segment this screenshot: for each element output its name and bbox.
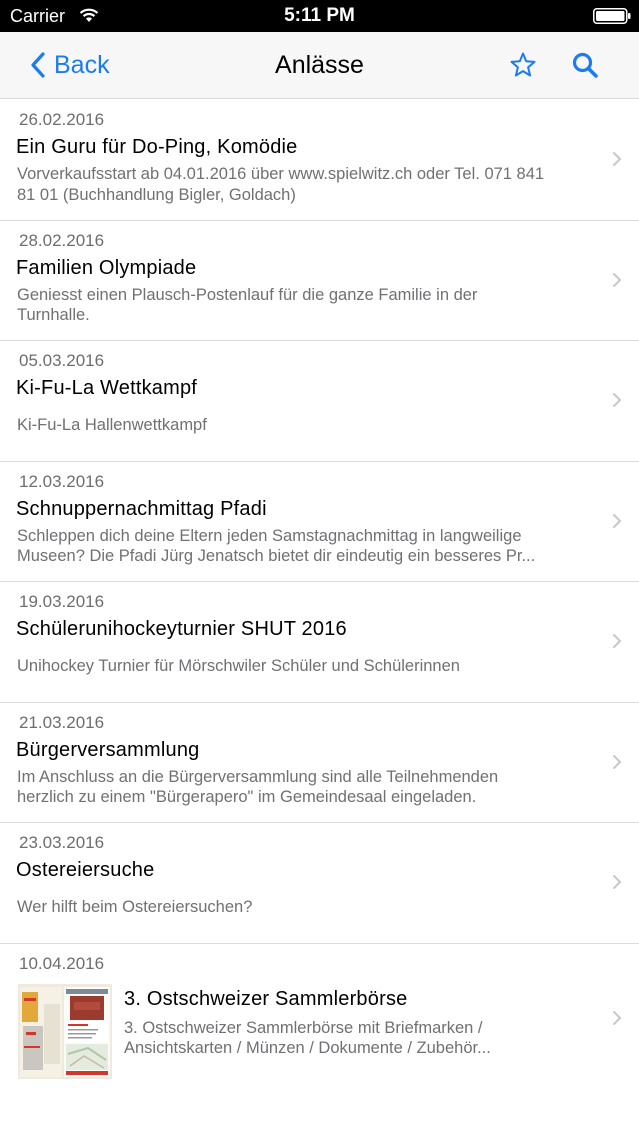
event-row[interactable]: 10.04.2016 3. Ostschweizer Sammlerbörse xyxy=(0,944,639,1084)
event-date: 21.03.2016 xyxy=(19,712,105,732)
favorite-star-icon[interactable] xyxy=(509,51,537,79)
event-description: Ki-Fu-La Hallenwettkampf xyxy=(17,416,207,434)
event-description: Im Anschluss an die Bürgerversammlung si… xyxy=(17,767,499,807)
event-row[interactable]: 28.02.2016 Familien Olympiade Geniesst e… xyxy=(0,221,639,341)
chevron-right-icon xyxy=(613,272,622,287)
status-bar: Carrier 5:11 PM xyxy=(0,0,639,32)
event-title: Bürgerversammlung xyxy=(16,738,200,761)
chevron-right-icon xyxy=(613,754,622,769)
event-description: Vorverkaufsstart ab 04.01.2016 über www.… xyxy=(17,165,545,204)
event-flyer-thumbnail xyxy=(18,983,112,1079)
event-title: Ostereiersuche xyxy=(16,859,155,881)
event-description: Wer hilft beim Ostereiersuchen? xyxy=(17,898,253,916)
event-description: Geniesst einen Plausch-Postenlauf für di… xyxy=(17,285,478,325)
event-title: Familien Olympiade xyxy=(16,256,197,279)
event-description: Unihockey Turnier für Mörschwiler Schüle… xyxy=(17,657,460,675)
event-date: 10.04.2016 xyxy=(19,953,105,973)
event-row[interactable]: 21.03.2016 Bürgerversammlung Im Anschlus… xyxy=(0,703,639,823)
event-date: 23.03.2016 xyxy=(19,833,105,852)
event-row[interactable]: 19.03.2016 Schülerunihockeyturnier SHUT … xyxy=(0,582,639,703)
chevron-right-icon xyxy=(613,152,622,166)
event-date: 12.03.2016 xyxy=(19,471,105,491)
event-title: Schnuppernachmittag Pfadi xyxy=(16,497,267,520)
event-row[interactable]: 23.03.2016 Ostereiersuche Wer hilft beim… xyxy=(0,823,639,944)
event-date: 19.03.2016 xyxy=(19,592,105,611)
event-title: Schülerunihockeyturnier SHUT 2016 xyxy=(16,618,347,640)
event-date: 28.02.2016 xyxy=(19,230,105,250)
clock: 5:11 PM xyxy=(284,5,355,26)
navigation-bar: Back Anlässe xyxy=(0,32,639,99)
battery-icon xyxy=(593,8,631,24)
event-date: 26.02.2016 xyxy=(19,110,105,129)
event-row[interactable]: 26.02.2016 Ein Guru für Do-Ping, Komödie… xyxy=(0,100,639,221)
chevron-right-icon xyxy=(613,875,622,889)
search-icon[interactable] xyxy=(571,51,599,79)
event-title: 3. Ostschweizer Sammlerbörse xyxy=(124,987,408,1010)
event-title: Ki-Fu-La Wettkampf xyxy=(16,377,198,399)
page-title: Anlässe xyxy=(275,51,364,79)
chevron-right-icon xyxy=(613,393,622,407)
event-list: 26.02.2016 Ein Guru für Do-Ping, Komödie… xyxy=(0,100,639,1084)
chevron-right-icon xyxy=(613,513,622,528)
event-description: Schleppen dich deine Eltern jeden Samsta… xyxy=(17,526,536,566)
chevron-right-icon xyxy=(613,1010,622,1025)
event-row[interactable]: 12.03.2016 Schnuppernachmittag Pfadi Sch… xyxy=(0,462,639,582)
event-title: Ein Guru für Do-Ping, Komödie xyxy=(16,136,298,158)
event-row[interactable]: 05.03.2016 Ki-Fu-La Wettkampf Ki-Fu-La H… xyxy=(0,341,639,462)
event-description: 3. Ostschweizer Sammlerbörse mit Briefma… xyxy=(124,1018,491,1058)
event-date: 05.03.2016 xyxy=(19,351,105,370)
chevron-right-icon xyxy=(613,634,622,648)
